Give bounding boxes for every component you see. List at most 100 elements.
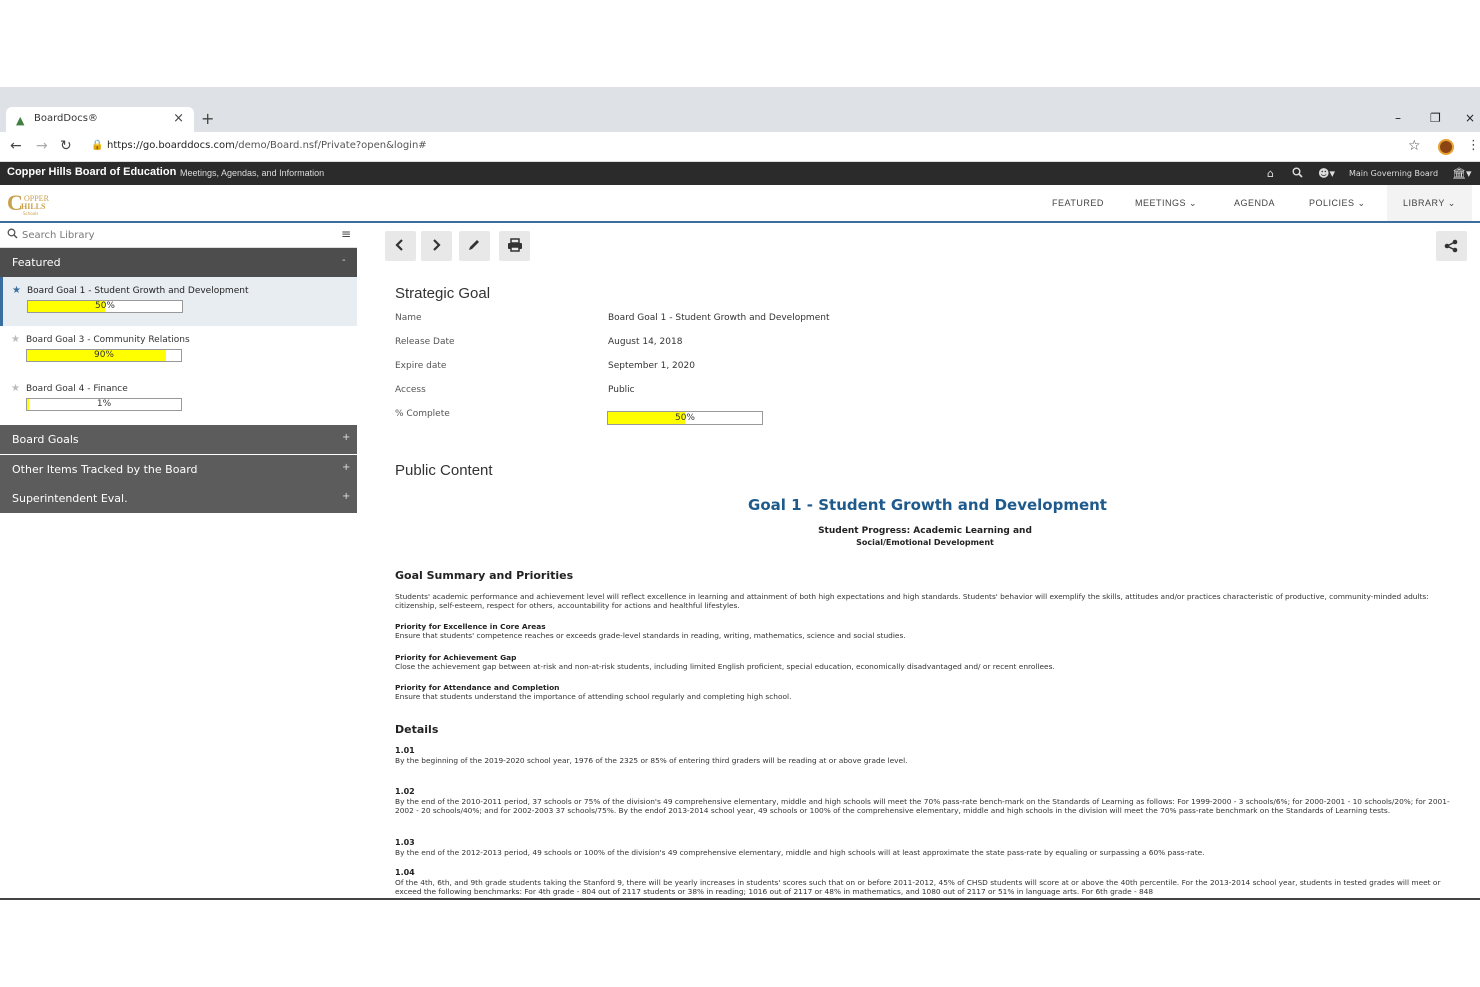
priority-block: Priority for Achievement Gap Close the a… (395, 653, 1465, 671)
summary-text: Students' academic performance and achie… (395, 592, 1429, 610)
sidebar-section-board-goals[interactable]: Board Goals + (0, 425, 357, 454)
priority-title: Priority for Achievement Gap (395, 653, 517, 662)
field-label: Name (395, 313, 422, 323)
chevron-down-icon: ⌄ (1357, 198, 1366, 208)
goal-complete-progress-bar: 50% (607, 411, 763, 425)
expand-icon: + (342, 462, 351, 473)
home-icon[interactable]: ⌂ (1267, 167, 1274, 180)
share-icon (1444, 239, 1458, 253)
tab-title: BoardDocs® (34, 113, 98, 124)
priority-text: Close the achievement gap between at-ris… (395, 662, 1055, 671)
priority-title: Priority for Excellence in Core Areas (395, 622, 546, 631)
strategic-goal-heading: Strategic Goal (395, 285, 491, 302)
nav-agenda[interactable]: AGENDA (1234, 198, 1275, 208)
featured-goal-item[interactable]: ★ Board Goal 3 - Community Relations 90% (0, 326, 357, 375)
field-value: September 1, 2020 (608, 361, 695, 371)
restore-icon[interactable]: ❐ (1430, 111, 1441, 125)
pencil-icon (469, 240, 479, 250)
document-subtitle: Social/Emotional Development (856, 538, 994, 547)
nav-library[interactable]: LIBRARY ⌄ (1387, 185, 1472, 221)
back-icon[interactable]: ← (10, 138, 22, 154)
goal-progress-bar: 90% (26, 349, 182, 362)
address-bar: ← → ↻ 🔒 https://go.boarddocs.com/demo/Bo… (0, 132, 1480, 162)
detail-text: By the end of the 2010-2011 period, 37 s… (395, 797, 1450, 815)
detail-number: 1.02 (395, 787, 415, 796)
browser-window: ▲ BoardDocs® × + – ❐ × ← → ↻ 🔒 https://g… (0, 87, 1480, 899)
print-button[interactable] (499, 231, 530, 261)
featured-goal-item[interactable]: ★ Board Goal 4 - Finance 1% (0, 375, 357, 424)
priority-text: Ensure that students' competence reaches… (395, 631, 906, 640)
user-menu-icon[interactable]: ☻▾ (1318, 167, 1335, 180)
governing-board-selector[interactable]: Main Governing Board (1349, 169, 1438, 178)
detail-number: 1.04 (395, 868, 415, 877)
hamburger-menu-icon[interactable]: ≡ (341, 227, 351, 241)
close-window-icon[interactable]: × (1465, 111, 1475, 125)
field-value: Public (608, 385, 635, 395)
nav-meetings[interactable]: MEETINGS ⌄ (1135, 198, 1197, 209)
star-icon: ★ (11, 334, 20, 345)
browser-menu-icon[interactable]: ⋮ (1467, 138, 1480, 153)
new-tab-icon[interactable]: + (201, 109, 214, 128)
field-label: Release Date (395, 337, 455, 347)
window-bottom-edge (0, 898, 1480, 900)
nav-featured[interactable]: FEATURED (1052, 198, 1104, 208)
next-button[interactable] (421, 231, 452, 261)
expand-icon: + (342, 491, 351, 502)
district-logo[interactable]: C OPPER HILLS Schools (7, 190, 69, 216)
chevron-left-icon (395, 239, 403, 251)
library-search: Search Library ≡ (0, 223, 357, 248)
goal-progress-bar: 1% (26, 398, 182, 411)
priority-block: Priority for Attendance and Completion E… (395, 683, 1465, 701)
detail-number: 1.01 (395, 746, 415, 755)
chevron-right-icon (433, 239, 441, 251)
lock-icon: 🔒 (91, 140, 104, 151)
search-input[interactable]: Search Library (22, 230, 95, 241)
field-label: % Complete (395, 409, 450, 419)
chevron-down-icon: ⌄ (1447, 198, 1456, 208)
chevron-down-icon: ⌄ (1189, 198, 1198, 208)
main-nav: C OPPER HILLS Schools FEATURED MEETINGS … (0, 185, 1480, 223)
expand-icon: + (342, 432, 351, 443)
institution-icon[interactable]: 🏛▾ (1452, 167, 1472, 180)
details-heading: Details (395, 723, 439, 736)
sidebar-section-superintendent-eval[interactable]: Superintendent Eval. + (0, 484, 357, 513)
priority-block: Priority for Excellence in Core Areas En… (395, 622, 1465, 640)
url-field[interactable]: https://go.boarddocs.com/demo/Board.nsf/… (107, 140, 427, 151)
public-content-heading: Public Content (395, 462, 493, 479)
boarddocs-favicon-icon: ▲ (16, 114, 25, 127)
field-value: Board Goal 1 - Student Growth and Develo… (608, 313, 830, 323)
document-subtitle: Student Progress: Academic Learning and (818, 526, 1032, 536)
forward-icon[interactable]: → (36, 138, 48, 154)
previous-button[interactable] (385, 231, 416, 261)
detail-text: By the end of the 2012-2013 period, 49 s… (395, 848, 1205, 857)
summary-heading: Goal Summary and Priorities (395, 569, 574, 582)
field-value: August 14, 2018 (608, 337, 683, 347)
print-icon (508, 238, 522, 252)
field-label: Access (395, 385, 426, 395)
org-tagline: Meetings, Agendas, and Information (180, 168, 325, 178)
featured-section-header[interactable]: Featured - (0, 248, 357, 277)
featured-goal-item[interactable]: ★ Board Goal 1 - Student Growth and Deve… (0, 277, 357, 326)
goal-progress-bar: 50% (27, 300, 183, 313)
sidebar-section-other-items[interactable]: Other Items Tracked by the Board + (0, 455, 357, 484)
minimize-icon[interactable]: – (1395, 111, 1401, 125)
document-title: Goal 1 - Student Growth and Development (748, 496, 1107, 514)
close-tab-icon[interactable]: × (173, 111, 184, 126)
site-header: Copper Hills Board of Education Meetings… (0, 162, 1480, 185)
tab-strip: ▲ BoardDocs® × + – ❐ × (0, 87, 1480, 133)
reload-icon[interactable]: ↻ (60, 138, 72, 154)
nav-policies[interactable]: POLICIES ⌄ (1309, 198, 1366, 209)
share-button[interactable] (1436, 231, 1467, 261)
bookmark-star-icon[interactable]: ☆ (1408, 138, 1421, 154)
field-label: Expire date (395, 361, 447, 371)
priority-text: Ensure that students understand the impo… (395, 692, 792, 701)
detail-text: Of the 4th, 6th, and 9th grade students … (395, 878, 1441, 896)
detail-text: By the beginning of the 2019-2020 school… (395, 756, 908, 765)
star-icon: ★ (12, 285, 21, 296)
search-icon (7, 228, 18, 242)
browser-tab[interactable]: ▲ BoardDocs® × (6, 107, 194, 133)
org-name[interactable]: Copper Hills Board of Education (7, 166, 176, 178)
search-icon[interactable] (1292, 167, 1303, 181)
extension-icon[interactable] (1438, 139, 1454, 155)
edit-button[interactable] (459, 231, 490, 261)
